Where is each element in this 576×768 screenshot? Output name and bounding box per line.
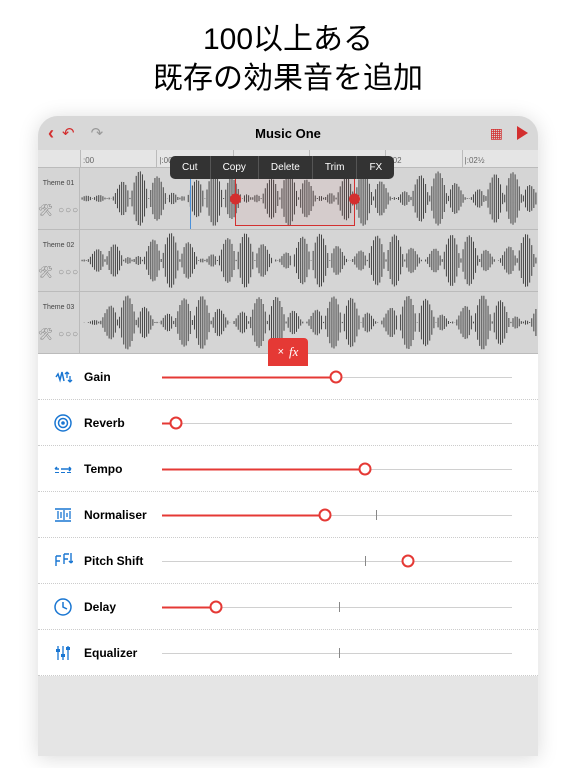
fx-panel: × fx Gain Reverb Tempo Normaliser Pitch … — [38, 354, 538, 676]
fx-slider[interactable] — [162, 639, 524, 667]
ctx-copy[interactable]: Copy — [211, 156, 259, 179]
wrench-icon[interactable]: 🛠 — [38, 265, 53, 279]
fx-label: Reverb — [84, 416, 162, 430]
slider-knob[interactable] — [402, 554, 415, 567]
save-icon[interactable]: ▦ — [490, 125, 503, 142]
fx-label: Tempo — [84, 462, 162, 476]
track-options-icon[interactable]: ○○○ — [58, 267, 79, 278]
waveform[interactable] — [80, 292, 538, 353]
context-menu: CutCopyDeleteTrimFX — [170, 156, 394, 179]
slider-knob[interactable] — [358, 462, 371, 475]
selection-handle-right[interactable] — [349, 194, 360, 205]
undo-button[interactable]: ↶ — [62, 124, 75, 142]
promo-headline: 100以上ある 既存の効果音を追加 — [0, 0, 576, 116]
ctx-trim[interactable]: Trim — [313, 156, 358, 179]
fx-label: Delay — [84, 600, 162, 614]
track-row: Theme 02 🛠 ○○○ — [38, 230, 538, 292]
eq-icon — [52, 642, 74, 664]
fx-slider[interactable] — [162, 363, 524, 391]
gain-icon — [52, 366, 74, 388]
close-icon[interactable]: × — [278, 346, 284, 358]
fx-slider[interactable] — [162, 593, 524, 621]
back-button[interactable]: ‹ — [48, 123, 54, 144]
fx-row-tempo: Tempo — [38, 446, 538, 492]
fx-label: Gain — [84, 370, 162, 384]
normaliser-icon — [52, 504, 74, 526]
track-sidebar: Theme 01 🛠 ○○○ — [38, 168, 80, 229]
track-name: Theme 03 — [43, 304, 75, 311]
track-sidebar: Theme 02 🛠 ○○○ — [38, 230, 80, 291]
ctx-delete[interactable]: Delete — [259, 156, 313, 179]
fx-label: Pitch Shift — [84, 554, 162, 568]
fx-row-delay: Delay — [38, 584, 538, 630]
pitch-icon — [52, 550, 74, 572]
fx-row-equalizer: Equalizer — [38, 630, 538, 676]
slider-knob[interactable] — [210, 600, 223, 613]
app-window: ‹ ↶ ↷ Music One ▦ CutCopyDeleteTrimFX :0… — [38, 116, 538, 756]
selection[interactable] — [235, 172, 355, 226]
fx-row-normaliser: Normaliser — [38, 492, 538, 538]
ctx-fx[interactable]: FX — [357, 156, 394, 179]
track-name: Theme 01 — [43, 180, 75, 187]
fx-slider[interactable] — [162, 501, 524, 529]
wrench-icon[interactable]: 🛠 — [38, 327, 53, 341]
editor-area: CutCopyDeleteTrimFX :00|:00½|:01|:01½|:0… — [38, 150, 538, 354]
fx-label: Normaliser — [84, 508, 162, 522]
track-sidebar: Theme 03 🛠 ○○○ — [38, 292, 80, 353]
tempo-icon — [52, 458, 74, 480]
project-title: Music One — [255, 126, 321, 141]
fx-row-pitch-shift: Pitch Shift — [38, 538, 538, 584]
play-button[interactable] — [517, 126, 528, 140]
track-options-icon[interactable]: ○○○ — [58, 205, 79, 216]
fx-slider[interactable] — [162, 547, 524, 575]
ctx-cut[interactable]: Cut — [170, 156, 211, 179]
reverb-icon — [52, 412, 74, 434]
slider-knob[interactable] — [170, 416, 183, 429]
delay-icon — [52, 596, 74, 618]
fx-slider[interactable] — [162, 409, 524, 437]
slider-knob[interactable] — [329, 370, 342, 383]
app-toolbar: ‹ ↶ ↷ Music One ▦ — [38, 116, 538, 150]
redo-button[interactable]: ↷ — [91, 124, 104, 142]
waveform[interactable] — [80, 230, 538, 291]
track-name: Theme 02 — [43, 242, 75, 249]
slider-knob[interactable] — [318, 508, 331, 521]
wrench-icon[interactable]: 🛠 — [38, 203, 53, 217]
selection-handle-left[interactable] — [230, 194, 241, 205]
track-options-icon[interactable]: ○○○ — [58, 329, 79, 340]
fx-label: Equalizer — [84, 646, 162, 660]
fx-slider[interactable] — [162, 455, 524, 483]
fx-row-reverb: Reverb — [38, 400, 538, 446]
fx-label: fx — [289, 344, 298, 360]
